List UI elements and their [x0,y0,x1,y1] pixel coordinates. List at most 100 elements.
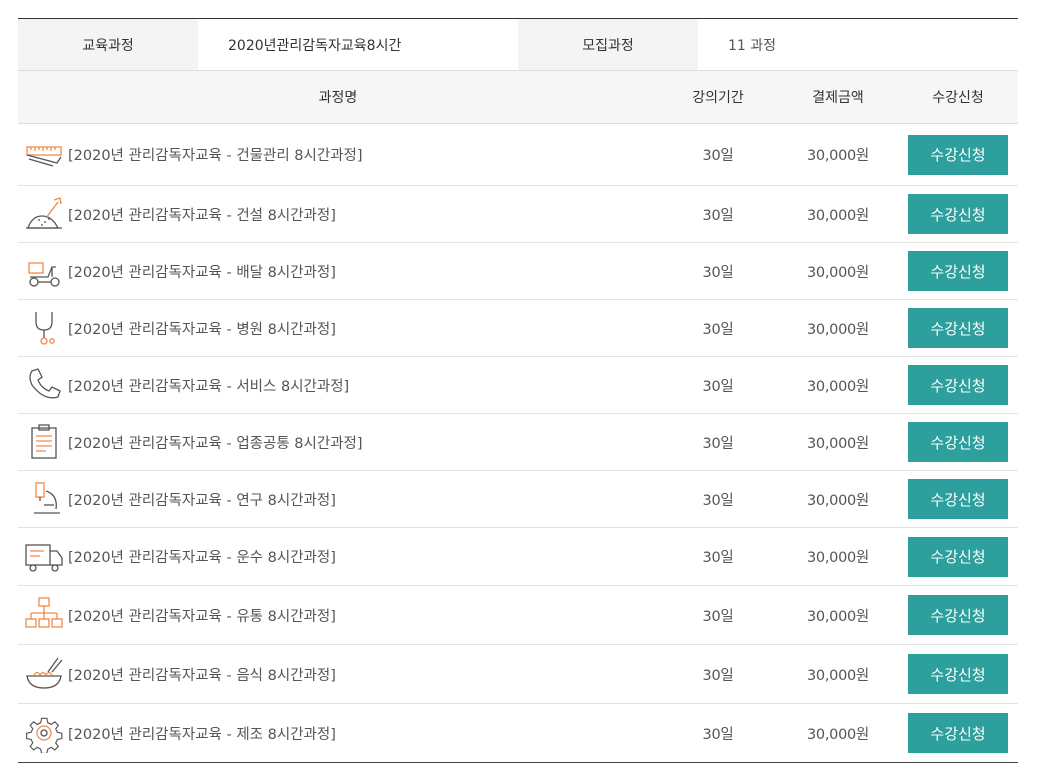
period-cell: 30일 [702,667,734,684]
microscope-icon [22,479,66,519]
measuring-tape-icon [22,135,66,175]
apply-cell: 수강신청 [898,586,1018,644]
apply-cell: 수강신청 [898,357,1018,413]
apply-cell: 수강신청 [898,471,1018,527]
food-bowl-icon [22,654,66,694]
period-cell: 30일 [702,378,734,395]
price-cell: 30,000원 [807,667,869,684]
course-title[interactable]: [2020년 관리감독자교육 - 배달 8시간과정] [68,261,336,282]
header-price: 결제금액 [812,90,864,106]
apply-button[interactable]: 수강신청 [908,595,1008,635]
apply-button[interactable]: 수강신청 [908,308,1008,348]
header-name: 과정명 [318,90,358,106]
period-cell: 30일 [702,608,734,625]
table-row: [2020년 관리감독자교육 - 제조 8시간과정] 30일 30,000원 수… [18,704,1018,763]
course-cell: [2020년 관리감독자교육 - 유통 8시간과정] [18,586,658,644]
apply-cell: 수강신청 [898,414,1018,470]
period-cell: 30일 [702,726,734,743]
table-row: [2020년 관리감독자교육 - 건물관리 8시간과정] 30일 30,000원… [18,124,1018,186]
apply-cell: 수강신청 [898,186,1018,242]
course-cell: [2020년 관리감독자교육 - 운수 8시간과정] [18,528,658,585]
apply-cell: 수강신청 [898,645,1018,703]
price-cell: 30,000원 [807,608,869,625]
period-cell: 30일 [702,435,734,452]
apply-cell: 수강신청 [898,124,1018,185]
course-value: 2020년관리감독자교육8시간 [228,37,402,54]
price-cell: 30,000원 [807,726,869,743]
period-cell: 30일 [702,492,734,509]
period-cell: 30일 [702,148,734,164]
period-cell: 30일 [702,550,734,566]
apply-button[interactable]: 수강신청 [908,422,1008,462]
course-title[interactable]: [2020년 관리감독자교육 - 연구 8시간과정] [68,489,336,510]
period-cell: 30일 [702,321,734,338]
period-cell: 30일 [702,264,734,281]
shovel-icon [22,194,66,234]
table-row: [2020년 관리감독자교육 - 유통 8시간과정] 30일 30,000원 수… [18,586,1018,645]
price-cell: 30,000원 [807,435,869,452]
price-cell: 30,000원 [807,148,869,164]
phone-icon [22,365,66,405]
table-row: [2020년 관리감독자교육 - 병원 8시간과정] 30일 30,000원 수… [18,300,1018,357]
course-title[interactable]: [2020년 관리감독자교육 - 음식 8시간과정] [68,664,336,685]
course-title[interactable]: [2020년 관리감독자교육 - 건설 8시간과정] [68,204,336,225]
table-header: 과정명 강의기간 결제금액 수강신청 [18,71,1018,124]
course-cell: [2020년 관리감독자교육 - 연구 8시간과정] [18,471,658,527]
table-row: [2020년 관리감독자교육 - 운수 8시간과정] 30일 30,000원 수… [18,528,1018,586]
apply-cell: 수강신청 [898,300,1018,356]
table-row: [2020년 관리감독자교육 - 서비스 8시간과정] 30일 30,000원 … [18,357,1018,414]
table-row: [2020년 관리감독자교육 - 연구 8시간과정] 30일 30,000원 수… [18,471,1018,528]
price-cell: 30,000원 [807,264,869,281]
apply-button[interactable]: 수강신청 [908,713,1008,753]
course-title[interactable]: [2020년 관리감독자교육 - 업종공통 8시간과정] [68,432,363,453]
course-cell: [2020년 관리감독자교육 - 병원 8시간과정] [18,300,658,356]
clipboard-icon [22,422,66,462]
table-row: [2020년 관리감독자교육 - 업종공통 8시간과정] 30일 30,000원… [18,414,1018,471]
table-row: [2020년 관리감독자교육 - 건설 8시간과정] 30일 30,000원 수… [18,186,1018,243]
course-list: 교육과정 2020년관리감독자교육8시간 모집과정 11 과정 과정명 강의기간… [18,18,1018,763]
scooter-icon [22,251,66,291]
header-period: 강의기간 [692,90,744,106]
course-cell: [2020년 관리감독자교육 - 업종공통 8시간과정] [18,414,658,470]
period-cell: 30일 [702,207,734,224]
recruit-label: 모집과정 [518,19,698,70]
recruit-value: 11 과정 [728,37,777,54]
apply-button[interactable]: 수강신청 [908,536,1008,577]
apply-button[interactable]: 수강신청 [908,251,1008,291]
price-cell: 30,000원 [807,550,869,566]
table-row: [2020년 관리감독자교육 - 배달 8시간과정] 30일 30,000원 수… [18,243,1018,300]
course-title[interactable]: [2020년 관리감독자교육 - 유통 8시간과정] [68,605,336,626]
apply-button[interactable]: 수강신청 [908,134,1008,175]
header-apply: 수강신청 [932,90,984,106]
apply-button[interactable]: 수강신청 [908,479,1008,519]
truck-icon [22,537,66,577]
course-info-bar: 교육과정 2020년관리감독자교육8시간 모집과정 11 과정 [18,18,1018,71]
course-cell: [2020년 관리감독자교육 - 건물관리 8시간과정] [18,124,658,185]
table-body: [2020년 관리감독자교육 - 건물관리 8시간과정] 30일 30,000원… [18,124,1018,763]
org-chart-icon [22,595,66,635]
course-title[interactable]: [2020년 관리감독자교육 - 운수 8시간과정] [68,546,336,567]
table-row: [2020년 관리감독자교육 - 음식 8시간과정] 30일 30,000원 수… [18,645,1018,704]
course-title[interactable]: [2020년 관리감독자교육 - 건물관리 8시간과정] [68,144,363,165]
course-title[interactable]: [2020년 관리감독자교육 - 제조 8시간과정] [68,723,336,744]
course-cell: [2020년 관리감독자교육 - 제조 8시간과정] [18,704,658,762]
apply-button[interactable]: 수강신청 [908,194,1008,234]
gear-icon [22,713,66,753]
price-cell: 30,000원 [807,492,869,509]
course-cell: [2020년 관리감독자교육 - 배달 8시간과정] [18,243,658,299]
apply-cell: 수강신청 [898,243,1018,299]
course-label: 교육과정 [18,19,198,70]
apply-cell: 수강신청 [898,528,1018,585]
apply-button[interactable]: 수강신청 [908,365,1008,405]
apply-cell: 수강신청 [898,704,1018,762]
course-cell: [2020년 관리감독자교육 - 서비스 8시간과정] [18,357,658,413]
course-cell: [2020년 관리감독자교육 - 건설 8시간과정] [18,186,658,242]
course-title[interactable]: [2020년 관리감독자교육 - 병원 8시간과정] [68,318,336,339]
price-cell: 30,000원 [807,207,869,224]
apply-button[interactable]: 수강신청 [908,654,1008,694]
price-cell: 30,000원 [807,321,869,338]
course-title[interactable]: [2020년 관리감독자교육 - 서비스 8시간과정] [68,375,349,396]
course-cell: [2020년 관리감독자교육 - 음식 8시간과정] [18,645,658,703]
price-cell: 30,000원 [807,378,869,395]
stethoscope-icon [22,308,66,348]
